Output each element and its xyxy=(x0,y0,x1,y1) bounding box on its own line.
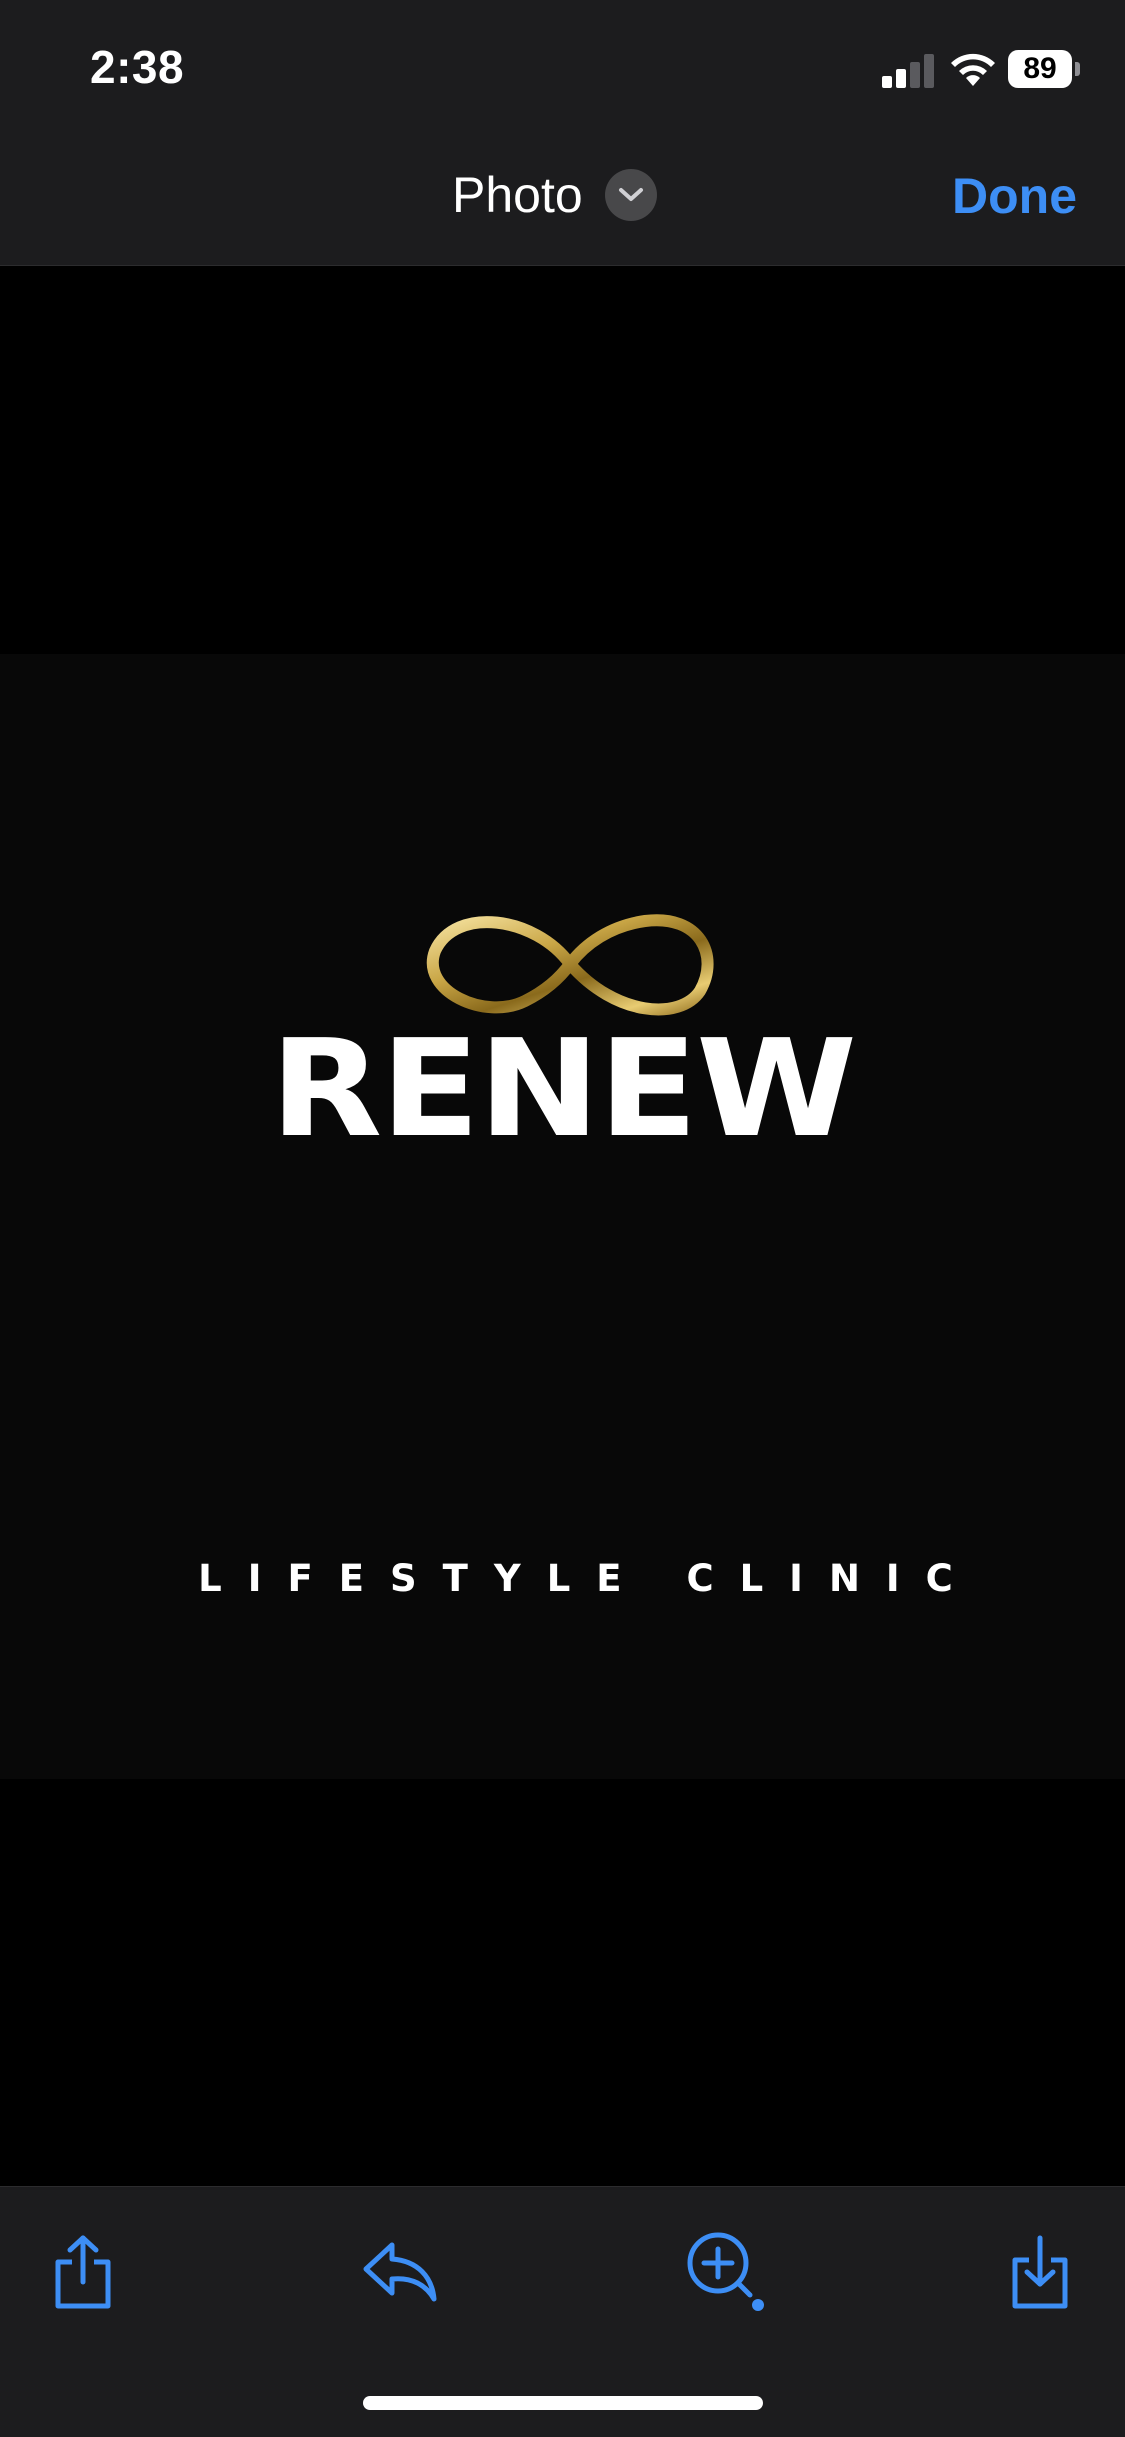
title-menu[interactable]: Photo xyxy=(452,165,657,225)
wifi-icon xyxy=(951,53,995,86)
reply-button[interactable] xyxy=(355,2227,445,2317)
save-icon xyxy=(1012,2235,1068,2309)
home-indicator[interactable] xyxy=(363,2396,763,2410)
share-icon xyxy=(55,2235,111,2309)
status-bar: 2:38 89 xyxy=(0,0,1125,135)
markup-zoom-icon xyxy=(687,2232,764,2311)
status-time: 2:38 xyxy=(90,41,185,93)
done-button[interactable]: Done xyxy=(952,167,1077,225)
logo-wordmark: RENEW xyxy=(269,1010,857,1168)
battery-icon: 89 xyxy=(1008,50,1080,88)
battery-level: 89 xyxy=(1008,50,1072,88)
nav-bar: Photo Done xyxy=(0,135,1125,266)
share-button[interactable] xyxy=(38,2227,128,2317)
save-button[interactable] xyxy=(995,2227,1085,2317)
logo-tagline: LIFESTYLE CLINIC xyxy=(198,1557,979,1600)
markup-button[interactable] xyxy=(680,2227,770,2317)
photo-image[interactable]: RENEW LIFESTYLE CLINIC xyxy=(0,654,1125,1779)
cellular-signal-icon xyxy=(882,54,934,88)
title-menu-button[interactable] xyxy=(604,169,657,221)
chevron-down-icon xyxy=(618,188,643,201)
page-title: Photo xyxy=(452,167,583,223)
reply-icon xyxy=(363,2242,437,2302)
photo-viewer[interactable]: RENEW LIFESTYLE CLINIC xyxy=(0,266,1125,2186)
